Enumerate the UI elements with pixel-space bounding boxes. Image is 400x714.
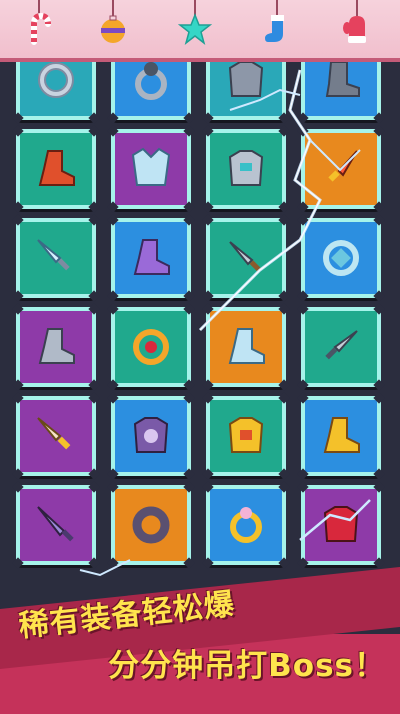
equipment-slot[interactable] (297, 62, 385, 124)
mitten-icon (332, 0, 382, 58)
equipment-slot[interactable] (202, 62, 290, 124)
equipment-slot[interactable] (297, 481, 385, 569)
stocking-icon (252, 0, 302, 58)
equipment-slot[interactable] (12, 481, 100, 569)
equipment-slot[interactable] (12, 303, 100, 391)
equipment-slot[interactable] (297, 303, 385, 391)
equipment-slot[interactable] (202, 392, 290, 480)
equipment-slot[interactable] (202, 481, 290, 569)
equipment-slot[interactable] (12, 125, 100, 213)
promo-line-2: 分分钟吊打Boss！ (108, 648, 386, 684)
equipment-slot[interactable] (297, 214, 385, 302)
candy-cane-icon (14, 0, 64, 58)
equipment-grid (10, 62, 390, 582)
equipment-slot[interactable] (297, 392, 385, 480)
equipment-slot[interactable] (107, 392, 195, 480)
ornament-ball-icon (88, 0, 138, 58)
equipment-slot[interactable] (107, 62, 195, 124)
equipment-slot[interactable] (12, 62, 100, 124)
equipment-slot[interactable] (297, 125, 385, 213)
decoration-bar (0, 0, 400, 62)
equipment-slot[interactable] (12, 392, 100, 480)
equipment-slot[interactable] (202, 214, 290, 302)
equipment-slot[interactable] (202, 125, 290, 213)
equipment-slot[interactable] (107, 214, 195, 302)
equipment-slot[interactable] (12, 214, 100, 302)
equipment-slot[interactable] (107, 481, 195, 569)
equipment-slot[interactable] (107, 125, 195, 213)
equipment-slot[interactable] (107, 303, 195, 391)
star-ornament-icon (170, 0, 220, 58)
equipment-slot[interactable] (202, 303, 290, 391)
